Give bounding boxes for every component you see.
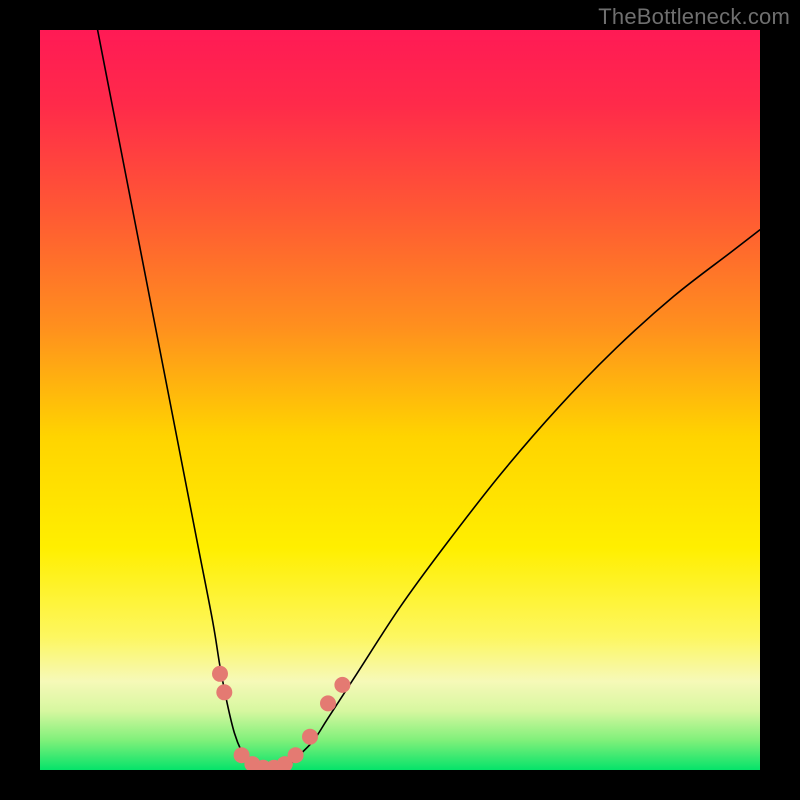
gradient-background [40,30,760,770]
data-point-10 [334,677,350,693]
chart-svg [40,30,760,770]
chart-frame: TheBottleneck.com [0,0,800,800]
plot-area [40,30,760,770]
watermark-text: TheBottleneck.com [598,4,790,30]
data-point-8 [302,729,318,745]
data-point-1 [216,684,232,700]
data-point-9 [320,695,336,711]
data-point-7 [288,747,304,763]
data-point-0 [212,666,228,682]
